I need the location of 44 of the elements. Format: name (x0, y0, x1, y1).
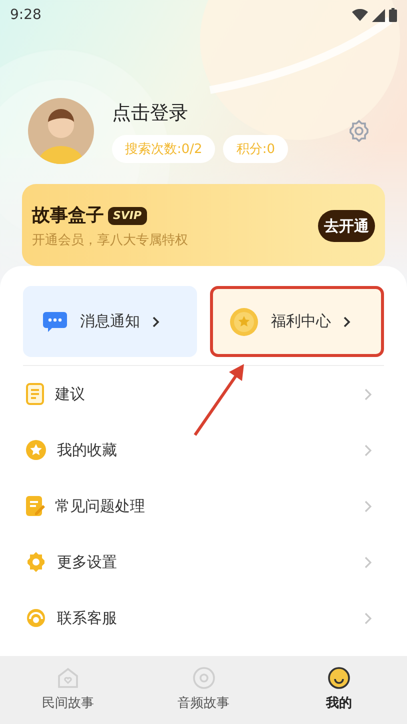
menu-item[interactable]: 更多设置 (23, 534, 384, 590)
vip-card[interactable]: 故事盒子 SVIP 开通会员，享八大专属特权 去开通 (22, 184, 385, 266)
edit-icon (25, 495, 45, 517)
menu-label: 我的收藏 (57, 440, 117, 461)
menu-item[interactable]: 联系客服 (23, 590, 384, 646)
chevron-icon (364, 556, 372, 568)
stat-chip: 积分:0 (223, 135, 288, 164)
home-icon (56, 666, 80, 690)
nav-tab[interactable]: 民间故事 (0, 656, 136, 724)
note-icon (25, 383, 45, 405)
shortcut-card[interactable]: 福利中心 (210, 286, 384, 357)
menu-item[interactable]: 常见问题处理 (23, 478, 384, 534)
menu-label: 常见问题处理 (55, 496, 145, 517)
chevron-icon (343, 316, 351, 328)
chevron-icon (152, 316, 160, 328)
disc-icon (192, 666, 216, 690)
menu-label: 联系客服 (57, 608, 117, 629)
menu-item[interactable]: 建议 (23, 366, 384, 422)
chat-bubble-icon (42, 310, 68, 334)
smiley-icon (327, 666, 352, 690)
shortcut-card[interactable]: 消息通知 (23, 286, 197, 357)
stat-chip: 搜索次数:0/2 (112, 135, 216, 164)
shortcut-label: 福利中心 (271, 311, 331, 332)
chevron-icon (364, 500, 372, 512)
wifi-icon (352, 9, 368, 21)
vip-title: 故事盒子 (32, 204, 104, 228)
vip-subtitle: 开通会员，享八大专属特权 (32, 232, 188, 250)
nav-tab[interactable]: 我的 (271, 656, 407, 724)
login-prompt[interactable]: 点击登录 (112, 98, 288, 128)
shortcut-label: 消息通知 (80, 311, 140, 332)
activate-button[interactable]: 去开通 (318, 210, 375, 242)
menu-label: 建议 (55, 384, 85, 405)
gear-icon (25, 551, 47, 573)
signal-icon (372, 8, 385, 22)
vip-badge: SVIP (108, 206, 147, 224)
chevron-icon (364, 612, 372, 624)
nav-tab[interactable]: 音频故事 (136, 656, 272, 724)
menu-label: 更多设置 (57, 552, 117, 573)
chevron-icon (364, 444, 372, 456)
status-time: 9:28 (10, 6, 42, 24)
battery-icon (389, 8, 397, 22)
coin-icon (229, 306, 259, 336)
menu-item[interactable]: 我的收藏 (23, 422, 384, 478)
chevron-icon (364, 388, 372, 400)
